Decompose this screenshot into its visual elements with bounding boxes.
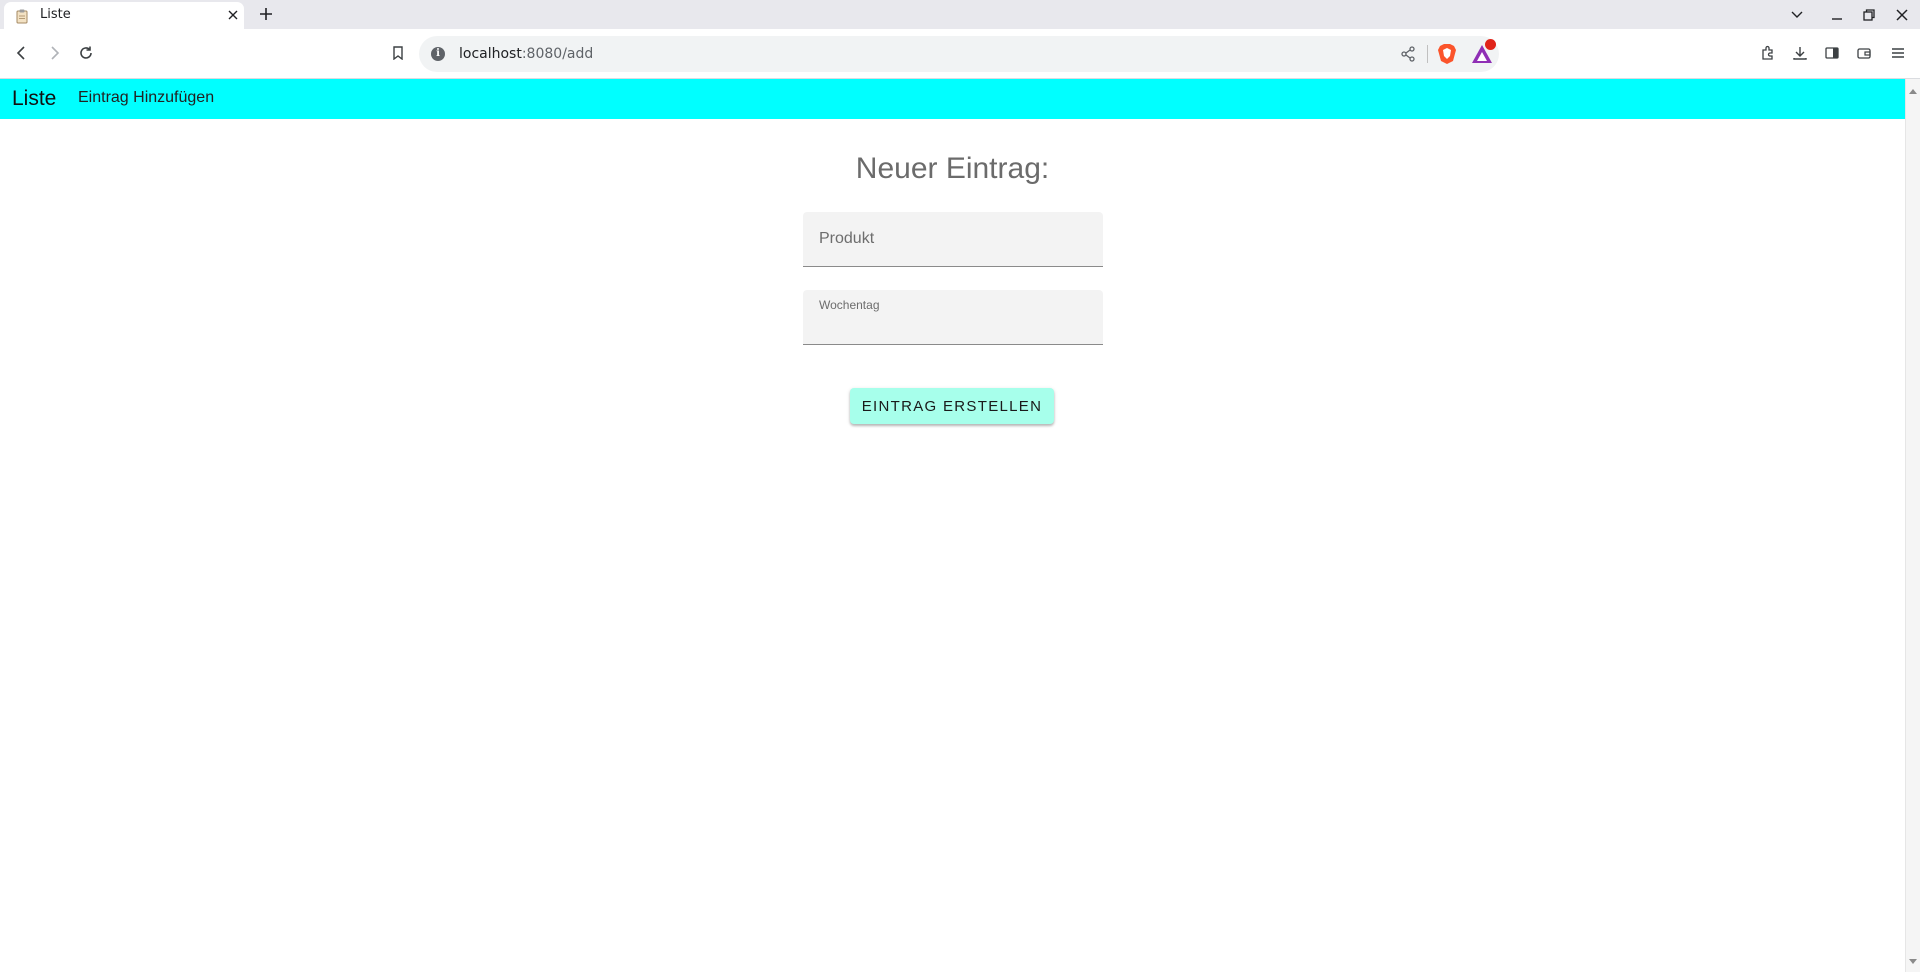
produkt-field-label: Produkt [819,230,875,247]
brave-shields-icon[interactable] [1437,43,1457,65]
browser-tab[interactable]: Liste [4,2,244,29]
forward-icon[interactable] [42,41,66,65]
scroll-up-icon[interactable] [1909,81,1917,99]
site-info-icon[interactable]: i [431,47,445,61]
close-tab-icon[interactable] [224,6,242,24]
reload-icon[interactable] [74,41,98,65]
page-title: Neuer Eintrag: [855,152,1050,185]
clipboard-icon [14,8,30,24]
url-text[interactable]: localhost:8080/add [459,46,593,62]
produkt-field[interactable]: Produkt [803,212,1103,267]
new-tab-icon[interactable] [256,4,276,24]
scroll-down-icon[interactable] [1909,952,1917,970]
page-scrollbar[interactable] [1905,79,1920,972]
nav-link-eintrag-hinzufuegen[interactable]: Eintrag Hinzufügen [78,89,214,107]
address-bar[interactable]: i localhost:8080/add [419,36,1499,72]
menu-icon[interactable] [1886,41,1910,65]
back-icon[interactable] [10,41,34,65]
minimize-icon[interactable] [1826,4,1848,26]
app-brand[interactable]: Liste [12,87,56,111]
restore-icon[interactable] [1858,4,1880,26]
downloads-icon[interactable] [1788,41,1812,65]
app-bar: Liste Eintrag Hinzufügen [0,79,1905,119]
sidebar-icon[interactable] [1820,41,1844,65]
address-bar-divider [1427,45,1428,63]
bookmark-icon[interactable] [386,41,410,65]
create-entry-button[interactable]: EINTRAG ERSTELLEN [850,388,1054,424]
notification-badge [1485,39,1496,50]
wochentag-field[interactable]: Wochentag [803,290,1103,345]
close-window-icon[interactable] [1891,4,1913,26]
browser-toolbar: i localhost:8080/add [0,29,1920,79]
share-icon[interactable] [1399,45,1417,63]
page-viewport: Liste Eintrag Hinzufügen Neuer Eintrag: … [0,79,1905,972]
wallet-icon[interactable] [1852,41,1876,65]
browser-tabstrip: Liste [0,0,1920,29]
extensions-icon[interactable] [1756,41,1780,65]
tab-title: Liste [40,7,71,22]
wochentag-field-label: Wochentag [819,298,880,312]
tab-list-chevron-icon[interactable] [1786,4,1808,26]
